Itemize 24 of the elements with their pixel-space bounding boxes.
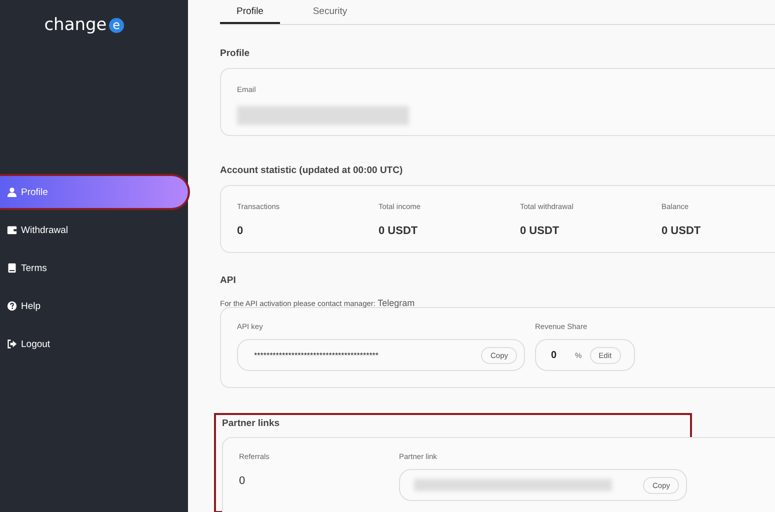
- nav-item[interactable]: Withdrawal: [0, 214, 188, 246]
- tab[interactable]: Security: [300, 0, 360, 24]
- book-icon: [7, 263, 17, 273]
- help-icon: [7, 301, 17, 311]
- logo-badge: e: [108, 18, 124, 32]
- stat-value: 0: [237, 225, 244, 237]
- section-title: Account statistic (updated at 00:00 UTC): [220, 165, 404, 176]
- logout-icon: [7, 339, 17, 349]
- user-icon: [7, 187, 17, 197]
- nav-item[interactable]: Logout: [0, 328, 188, 360]
- logo-text: change: [44, 15, 107, 35]
- stat-value: 0 USDT: [520, 225, 560, 237]
- referrals-value: 0: [239, 475, 246, 487]
- stat-value: 0 USDT: [378, 225, 419, 237]
- nav-item[interactable]: Terms: [0, 252, 188, 284]
- section-title: API: [220, 275, 237, 286]
- wallet-icon: [7, 225, 17, 235]
- nav-item[interactable]: Help: [0, 290, 188, 322]
- stat-value: 0 USDT: [662, 225, 702, 237]
- nav-item[interactable]: Profile: [0, 176, 188, 208]
- share-value: 0: [551, 350, 558, 360]
- section-title: Profile: [220, 48, 251, 59]
- tab[interactable]: Profile: [220, 0, 280, 24]
- section-title: Partner links: [222, 418, 281, 429]
